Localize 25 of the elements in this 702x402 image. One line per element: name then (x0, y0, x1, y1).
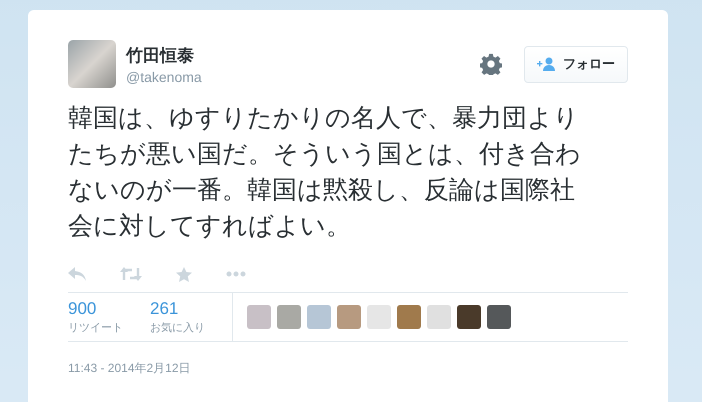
user-photo-placeholder[interactable] (277, 305, 301, 329)
user-photo-placeholder[interactable] (397, 305, 421, 329)
user-photo-placeholder[interactable] (427, 305, 451, 329)
user-photo-placeholder[interactable] (337, 305, 361, 329)
user-photo-placeholder[interactable] (487, 305, 511, 329)
profile-photo-placeholder[interactable] (68, 40, 116, 88)
settings-icon[interactable] (480, 53, 502, 75)
user-photo-placeholder[interactable] (307, 305, 331, 329)
stat-count[interactable]: 261 (150, 299, 232, 319)
stat-count[interactable]: 900 (68, 299, 150, 319)
user-photo-placeholder[interactable] (247, 305, 271, 329)
tweet-timestamp: 11:43 - 2014年2月12日 (68, 360, 192, 377)
user-handle[interactable]: @takenoma (126, 68, 470, 84)
reply-icon[interactable] (68, 267, 86, 281)
more-icon[interactable] (226, 271, 246, 277)
star-icon[interactable] (176, 266, 192, 282)
user-photo-placeholder[interactable] (457, 305, 481, 329)
stat-label: お気に入り (150, 321, 206, 335)
stat-label: リツイート (68, 321, 124, 335)
follow-button[interactable]: フォロー (524, 46, 628, 82)
tweet-text: 韓国は、ゆすりたかりの名人で、暴力団よりたちが悪い国だ。そういう国とは、付き合わないのが一番。韓国は黙殺し、反論は国際社会に対してすればよい。 (68, 102, 582, 242)
user-name[interactable]: 竹田恒泰 (126, 44, 470, 66)
retweet-icon[interactable] (120, 267, 142, 281)
add-user-icon (537, 57, 557, 71)
user-photo-placeholder[interactable] (367, 305, 391, 329)
